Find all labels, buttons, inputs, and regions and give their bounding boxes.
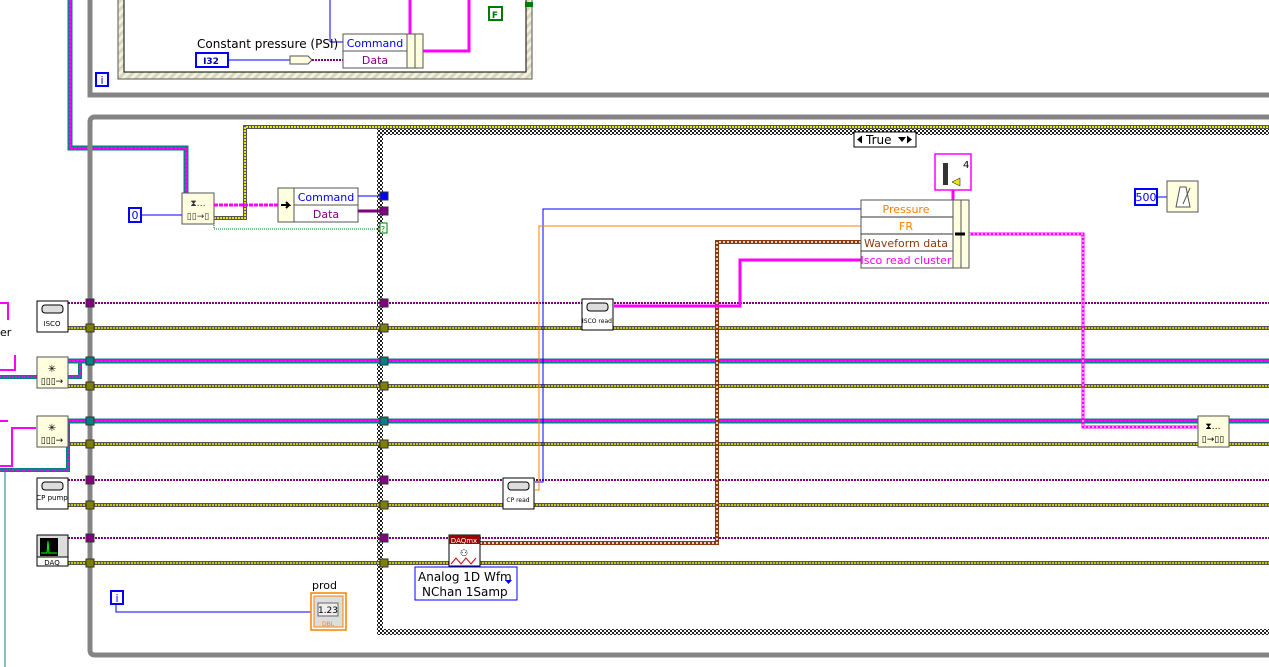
loop-tunnel [85, 416, 95, 426]
prod-indicator[interactable]: 1.23 DBL [310, 592, 347, 631]
svg-text:Data: Data [362, 54, 388, 67]
unbundle-by-name-node[interactable]: Command Data [277, 187, 359, 223]
bundle-by-name-top[interactable]: Command Data [342, 33, 424, 69]
svg-text:0: 0 [132, 209, 139, 222]
svg-text:i: i [115, 592, 118, 605]
svg-text:Analog 1D Wfm: Analog 1D Wfm [418, 570, 512, 584]
svg-text:Data: Data [313, 208, 339, 221]
control-label: Constant pressure (PSI) [197, 37, 338, 51]
iteration-terminal: i [95, 72, 109, 87]
enqueue-element-node[interactable]: ⧗… ▯→▯▯ [1197, 415, 1230, 448]
svg-text:DBL: DBL [322, 621, 335, 628]
obtain-queue-node-2[interactable]: ✳ ▯▯▯→ [36, 415, 69, 448]
svg-text:?: ? [381, 225, 385, 234]
loop-tunnel [85, 500, 95, 510]
loop-tunnel [85, 298, 95, 308]
prod-label: prod [312, 579, 337, 592]
case-selector[interactable]: True [853, 131, 917, 148]
bundle-by-name-case[interactable]: Pressure FR Waveform data Isco read clus… [860, 199, 970, 269]
metronome-icon[interactable] [1166, 180, 1199, 213]
loop-tunnel [85, 475, 95, 485]
cp-pump-visa-resource[interactable]: CP pump [36, 477, 69, 510]
truncated-label: er [0, 326, 12, 339]
wait-500-constant[interactable]: 500 [1134, 188, 1158, 206]
dequeue-element-node[interactable]: ⧗… ▯▯→▯ [181, 192, 215, 225]
loop-tunnel [85, 439, 95, 449]
loop-tunnel [85, 533, 95, 543]
svg-text:DAQmx: DAQmx [451, 537, 477, 545]
daqmx-read-node[interactable]: DAQmx ⚇ [448, 534, 481, 567]
index-array-node[interactable]: 4 [934, 153, 972, 191]
block-diagram: i Constant pressure (PSI) I32 Command Da… [0, 0, 1269, 667]
loop-tunnel [379, 500, 389, 510]
svg-text:ISCO: ISCO [44, 320, 61, 328]
isco-visa-resource[interactable]: ISCO [36, 300, 69, 333]
loop-tunnel [379, 416, 389, 426]
svg-text:⧗…: ⧗… [1205, 422, 1220, 432]
constant-zero[interactable]: 0 [128, 207, 142, 223]
svg-text:CP read: CP read [506, 497, 529, 504]
svg-text:⧗…: ⧗… [190, 199, 205, 209]
svg-text:Pressure: Pressure [883, 203, 930, 216]
svg-text:✳: ✳ [48, 423, 56, 434]
case-structure: True [377, 129, 1269, 635]
svg-text:i: i [100, 74, 103, 87]
loop-tunnel [85, 356, 95, 366]
svg-text:DAQ: DAQ [44, 559, 60, 567]
svg-text:ISCO read: ISCO read [582, 318, 612, 325]
svg-text:▯▯→▯: ▯▯→▯ [187, 212, 209, 222]
loop-tunnel [85, 381, 95, 391]
svg-text:CP pump: CP pump [36, 494, 68, 502]
svg-text:Command: Command [298, 191, 355, 204]
daqmx-mode-selector[interactable]: Analog 1D Wfm NChan 1Samp [414, 566, 518, 601]
svg-text:Command: Command [347, 37, 404, 50]
loop-tunnel [379, 323, 389, 333]
svg-text:Isco read cluster: Isco read cluster [861, 254, 952, 267]
loop-tunnel [85, 323, 95, 333]
unknown-tunnel: ? [379, 222, 388, 234]
to-variant-node[interactable] [289, 55, 313, 65]
loop-tunnel [379, 475, 389, 485]
loop-tunnel [379, 558, 389, 568]
svg-text:F: F [492, 11, 498, 21]
svg-text:True: True [865, 133, 892, 147]
loop-tunnel [379, 439, 389, 449]
svg-text:✳: ✳ [48, 364, 56, 375]
svg-text:500: 500 [1136, 191, 1157, 204]
svg-text:I32: I32 [203, 57, 219, 67]
cp-read-subvi[interactable]: CP read [502, 477, 535, 510]
loop-tunnel [379, 356, 389, 366]
svg-text:FR: FR [899, 220, 913, 233]
main-iteration-terminal: i [110, 590, 124, 605]
constant-pressure-control[interactable]: I32 [195, 52, 229, 68]
svg-text:▯▯▯→: ▯▯▯→ [41, 436, 64, 446]
svg-text:⚇: ⚇ [460, 549, 468, 559]
loop-tunnel [379, 533, 389, 543]
svg-text:▯→▯▯: ▯→▯▯ [1202, 435, 1224, 445]
loop-tunnel [379, 298, 389, 308]
daq-task-resource[interactable]: DAQ [36, 534, 69, 567]
svg-text:▯▯▯→: ▯▯▯→ [41, 377, 64, 387]
svg-text:Waveform data: Waveform data [864, 237, 948, 250]
top-while-loop: i Constant pressure (PSI) I32 Command Da… [87, 0, 1269, 98]
loop-tunnel [379, 381, 389, 391]
loop-tunnel [85, 558, 95, 568]
svg-text:NChan 1Samp: NChan 1Samp [422, 585, 508, 599]
svg-text:4: 4 [963, 160, 969, 171]
false-constant[interactable]: F [488, 6, 503, 21]
obtain-queue-node-1[interactable]: ✳ ▯▯▯→ [36, 356, 69, 389]
svg-text:1.23: 1.23 [318, 606, 338, 616]
isco-read-subvi[interactable]: ISCO read [581, 298, 614, 331]
